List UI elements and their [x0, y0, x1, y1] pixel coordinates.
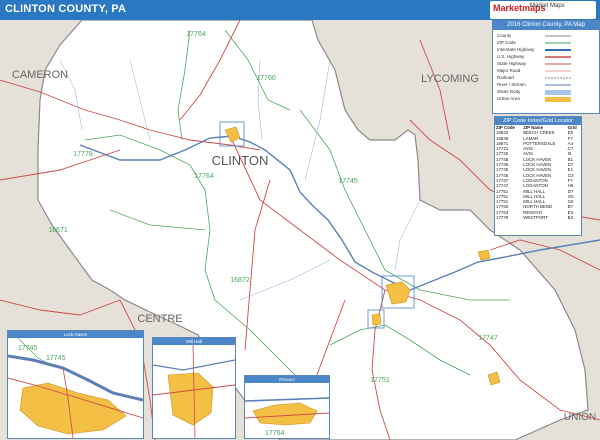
zip-row: 17760 NORTH BEND B7	[495, 204, 581, 209]
inset-mill-hall: Mill Hall	[152, 337, 236, 439]
neighbor-label-union: UNION	[564, 412, 596, 423]
zip-index-title: ZIP Code Index/Grid Locator	[495, 117, 581, 125]
urban-mill-hall	[371, 313, 382, 326]
zip-row: 17778 WESTPORT B3	[495, 215, 581, 220]
zip-cell: 17778	[496, 215, 509, 221]
zip-index: ZIP Code Index/Grid Locator ZIP Code ZIP…	[494, 116, 582, 236]
zip-label: 17751	[370, 377, 390, 384]
zip-label: 17764	[186, 31, 206, 38]
zip-row: 16822 BEECH CREEK E5	[495, 130, 581, 135]
neighbor-label-centre: CENTRE	[137, 313, 182, 325]
zip-label: 17745	[18, 345, 38, 352]
zip-label: 17747	[478, 335, 498, 342]
legend-item: State Highway	[497, 61, 527, 66]
inset-map-mill-hall	[153, 345, 235, 438]
neighbor-label-cameron: CAMERON	[12, 69, 68, 81]
legend-symbols	[545, 35, 571, 102]
zip-cell: WESTPORT	[523, 215, 549, 221]
zip-table: ZIP Code ZIP Name Grid 16822 BEECH CREEK E…	[495, 125, 581, 220]
county-label: CLINTON	[212, 153, 269, 168]
inset-title: Mill Hall	[153, 338, 235, 345]
page-title: CLINTON COUNTY, PA	[5, 3, 127, 15]
legend-item: Major Road	[497, 68, 521, 73]
map-legend: 2016 Clinton County, PA Map County ZIP C…	[492, 20, 600, 114]
legend-item: Water Body	[497, 89, 521, 94]
inset-title: Lock Haven	[8, 331, 143, 338]
legend-item: Interstate Highway	[497, 47, 535, 52]
zip-cell: B3	[567, 215, 574, 221]
legend-item: Railroad	[497, 75, 514, 80]
inset-title: Renovo	[245, 376, 329, 383]
neighbor-label-lycoming: LYCOMING	[421, 73, 479, 85]
publisher-logo: Marketmaps Market Maps	[490, 1, 596, 19]
zip-label: 16671	[48, 227, 68, 234]
inset-renovo: Renovo 17764	[244, 375, 330, 439]
zip-label: 16872	[230, 277, 250, 284]
inset-map-renovo: 17764	[245, 383, 329, 438]
zip-label: 17764	[194, 173, 214, 180]
legend-item: ZIP Code	[497, 40, 516, 45]
title-bar: CLINTON COUNTY, PA Marketmaps Market Map…	[0, 0, 600, 20]
zip-label: 17745	[46, 355, 66, 362]
logo-subtitle: Market Maps	[530, 3, 565, 9]
inset-lock-haven: Lock Haven 17745 17745	[7, 330, 144, 439]
inset-map-lock-haven: 17745 17745	[8, 338, 143, 438]
zip-label: 17760	[256, 75, 276, 82]
map-page: CLINTON COUNTY, PA Marketmaps Market Map…	[0, 0, 600, 440]
zip-label: 17778	[73, 151, 93, 158]
zip-row: 17745 LOCK HAVEN E1	[495, 167, 581, 172]
legend-title: 2016 Clinton County, PA Map	[493, 21, 599, 30]
zip-label: 17745	[338, 178, 358, 185]
legend-item: County	[497, 33, 512, 38]
legend-item: River / Stream	[497, 82, 526, 87]
zip-row: 17747 LOGANTON H6	[495, 183, 581, 188]
zip-label: 17764	[265, 430, 285, 437]
legend-item: Urban Area	[497, 96, 520, 101]
legend-item: U.S. Highway	[497, 54, 525, 59]
